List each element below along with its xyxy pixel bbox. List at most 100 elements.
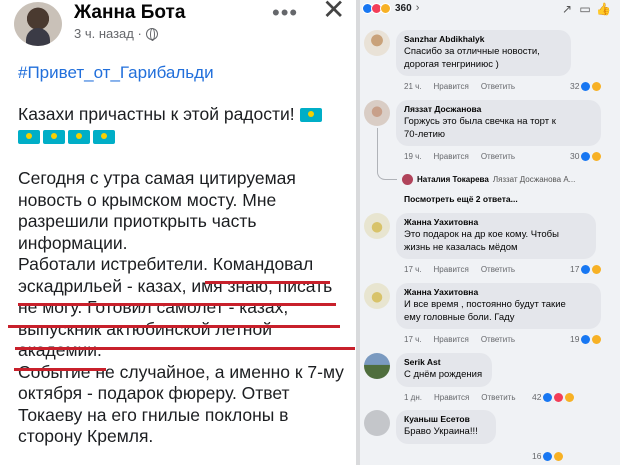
reply-author[interactable]: Наталия Токарева: [417, 175, 489, 184]
reply-avatar: [402, 174, 413, 185]
comment-actions: 21 ч. Нравится Ответить: [404, 82, 515, 91]
like-icon[interactable]: 👍: [596, 2, 611, 16]
commenter-avatar[interactable]: [364, 353, 390, 379]
comment-text: Браво Украина!!!: [404, 426, 478, 437]
commenter-name[interactable]: Жанна Уахитовна: [404, 287, 593, 297]
close-icon[interactable]: ✕: [322, 0, 345, 24]
body-line: октября - подарок фюреру. Ответ: [18, 383, 290, 403]
body-line: Токаеву на его гнилые поклоны в: [18, 404, 289, 425]
comment-actions: 19 ч. Нравится Ответить: [404, 152, 515, 161]
body-line: Работали истребители. Командовал: [18, 254, 314, 274]
commenter-name[interactable]: Куаныш Есетов: [404, 414, 488, 424]
comment-actions: 17 ч. Нравится Ответить: [404, 335, 515, 344]
reply-link[interactable]: Ответить: [481, 265, 515, 274]
commenter-name[interactable]: Sanzhar Abdikhalyk: [404, 34, 563, 44]
reply-thread-line: [377, 128, 397, 180]
comment-text: Спасибо за отличные новости,: [404, 46, 540, 57]
comment-text: Это подарок на др кое кому. Чтобы: [404, 229, 559, 240]
kazakhstan-flag-icon: [299, 108, 322, 122]
more-options-icon[interactable]: •••: [272, 0, 298, 26]
author-name[interactable]: Жанна Бота: [74, 2, 185, 24]
body-line: эскадрильей - казах, имя знаю, писать: [18, 275, 333, 296]
commenter-name[interactable]: Serik Ast: [404, 357, 484, 367]
body-line: разрешили приоткрыть часть: [18, 211, 257, 231]
body-line: сторону Кремля.: [18, 426, 154, 446]
comment-actions: 1 дн. Нравится Ответить: [404, 393, 516, 402]
like-link[interactable]: Нравится: [434, 152, 469, 161]
body-line: академии.: [18, 340, 102, 360]
reactions-count: 360: [395, 2, 412, 14]
body-line: Казахи причастны к этой радости!: [18, 104, 354, 126]
comment-bubble: Жанна Уахитовна Это подарок на др кое ко…: [396, 213, 596, 259]
comment-reaction-count[interactable]: 17: [570, 264, 602, 274]
post-time[interactable]: 3 ч. назад ·: [74, 26, 142, 41]
facebook-post: Жанна Бота 3 ч. назад · ••• ✕ #Привет_от…: [0, 0, 356, 465]
comment-text: жизнь не казалась мёдом: [404, 241, 518, 253]
red-underline: [205, 281, 330, 284]
commenter-avatar[interactable]: [364, 410, 390, 436]
like-link[interactable]: Нравится: [434, 393, 469, 402]
reactions-summary[interactable]: 360 ›: [362, 2, 419, 14]
comment-time[interactable]: 1 дн.: [404, 393, 422, 402]
reply-preview[interactable]: Наталия Токарева Ляззат Досжанова А...: [402, 174, 575, 185]
red-underline: [8, 325, 340, 328]
red-underline: [15, 347, 355, 350]
commenter-avatar[interactable]: [364, 30, 390, 56]
comment-icon[interactable]: ▭: [578, 2, 592, 16]
body-line: Событие не случайное, а именно к 7-му: [18, 361, 344, 382]
comment-time[interactable]: 17 ч.: [404, 335, 422, 344]
author-avatar[interactable]: [14, 2, 62, 46]
body-line: информации.: [18, 232, 128, 253]
commenter-avatar[interactable]: [364, 213, 390, 239]
comment-time[interactable]: 21 ч.: [404, 82, 422, 91]
reply-link[interactable]: Ответить: [481, 82, 515, 91]
red-underline: [18, 303, 336, 306]
comment-reaction-count[interactable]: 32: [570, 81, 602, 91]
kazakhstan-flag-icon: [18, 129, 40, 144]
body-line: выпускник актюбинской летной: [18, 318, 272, 339]
comment-text: дорогая тенгриниюс ): [404, 58, 499, 70]
comment-text: 70-летию: [404, 128, 446, 140]
reply-link[interactable]: Ответить: [481, 393, 515, 402]
body-line: не могу. Готовил самолет - казах,: [18, 297, 289, 317]
comment-text: С днём рождения: [404, 369, 483, 380]
comment-bubble: Жанна Уахитовна И все время , постоянно …: [396, 283, 601, 329]
commenter-name[interactable]: Жанна Уахитовна: [404, 217, 588, 227]
comment-bubble: Serik Ast С днём рождения: [396, 353, 492, 387]
body-line: Сегодня с утра самая цитируемая: [18, 168, 296, 188]
kazakhstan-flag-icon: [68, 129, 90, 144]
reply-link[interactable]: Ответить: [481, 152, 515, 161]
globe-icon: [145, 27, 158, 41]
comment-reaction-count[interactable]: 30: [570, 151, 602, 161]
comments-panel: 360 › ↗ ▭ 👍 Sanzhar Abdikhalyk Спасибо з…: [360, 0, 620, 465]
post-meta: 3 ч. назад ·: [74, 26, 158, 41]
haha-reaction-icon: [380, 2, 391, 14]
kazakhstan-flag-icon: [93, 129, 115, 144]
reply-text: Ляззат Досжанова А...: [492, 175, 576, 184]
commenter-avatar[interactable]: [364, 283, 390, 309]
body-line: новость о крымском мосту. Мне: [18, 189, 277, 210]
like-link[interactable]: Нравится: [434, 82, 469, 91]
view-more-replies-link[interactable]: Посмотреть ещё 2 ответа...: [404, 194, 518, 204]
chevron-right-icon: ›: [415, 2, 420, 14]
commenter-name[interactable]: Ляззат Досжанова: [404, 104, 593, 114]
comment-text: И все время , постоянно будут такие: [404, 299, 566, 310]
comment-time[interactable]: 19 ч.: [404, 152, 422, 161]
comment-actions: 17 ч. Нравится Ответить: [404, 265, 515, 274]
comment-reaction-count[interactable]: 42: [532, 392, 575, 402]
comment-reaction-count[interactable]: 19: [570, 334, 602, 344]
flag-row: [18, 126, 354, 148]
hashtag-link[interactable]: #Привет_от_Гарибальди: [18, 63, 214, 83]
like-link[interactable]: Нравится: [434, 335, 469, 344]
screenshot-collage: Жанна Бота 3 ч. назад · ••• ✕ #Привет_от…: [0, 0, 620, 465]
comment-time[interactable]: 17 ч.: [404, 265, 422, 274]
reply-link[interactable]: Ответить: [481, 335, 515, 344]
like-link[interactable]: Нравится: [434, 265, 469, 274]
post-body: Казахи причастны к этой радости! Сегодня…: [18, 104, 354, 448]
share-icon[interactable]: ↗: [560, 2, 574, 16]
commenter-avatar[interactable]: [364, 100, 390, 126]
red-underline: [14, 368, 106, 371]
comment-reaction-count[interactable]: 16: [532, 451, 564, 461]
comment-bubble: Куаныш Есетов Браво Украина!!!: [396, 410, 496, 444]
kazakhstan-flag-icon: [43, 129, 65, 144]
